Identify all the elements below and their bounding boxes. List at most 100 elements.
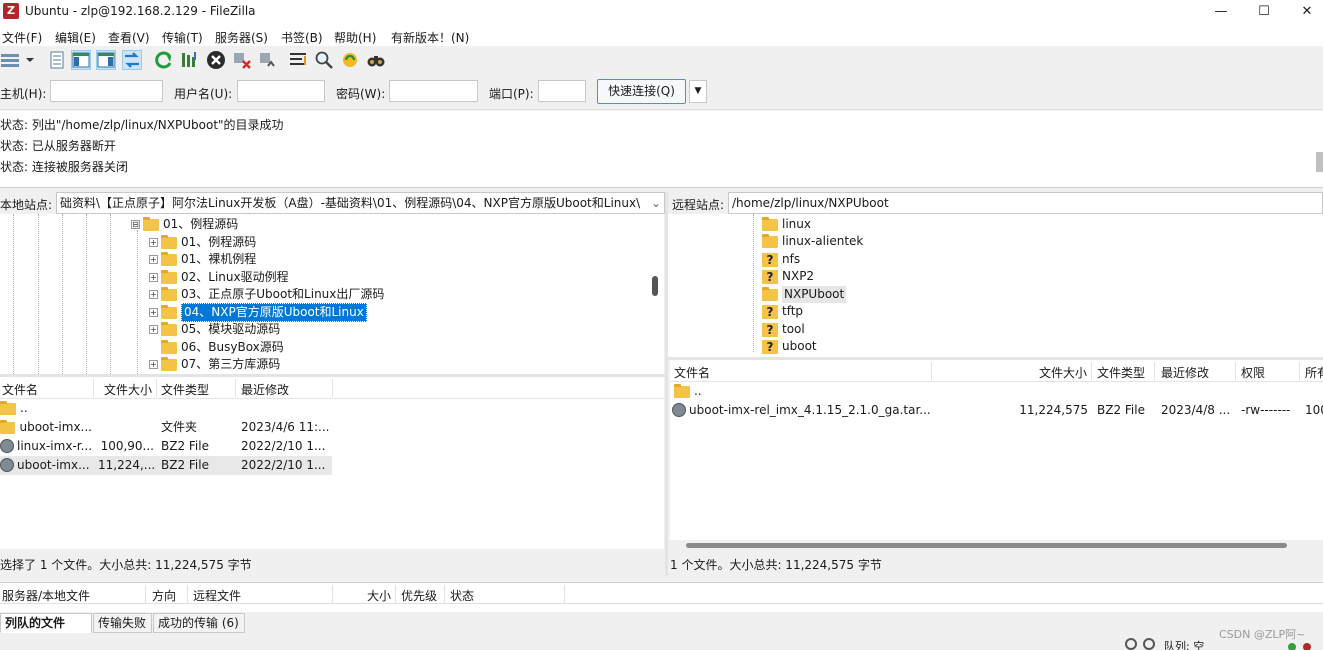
tree-item[interactable]: ⊟ 01、例程源码: [131, 216, 238, 233]
col-filename[interactable]: 文件名: [674, 364, 710, 381]
expand-icon[interactable]: +: [149, 325, 158, 334]
host-input[interactable]: [50, 80, 163, 102]
remote-splitter[interactable]: [668, 357, 1323, 360]
list-item[interactable]: uboot-imx-rel_imx_4.1.15_2.1.0_ga.tar...…: [670, 401, 1323, 420]
username-input[interactable]: [237, 80, 325, 102]
col-filetype[interactable]: 文件类型: [161, 381, 209, 398]
remote-tree-icon[interactable]: [96, 50, 116, 70]
pane-splitter[interactable]: [665, 192, 668, 576]
collapse-icon[interactable]: ⊟: [131, 220, 140, 229]
unknown-folder-icon: ?: [762, 304, 778, 319]
tree-item[interactable]: 06、BusyBox源码: [161, 339, 284, 356]
password-input[interactable]: [389, 80, 478, 102]
expand-icon[interactable]: +: [149, 238, 158, 247]
expand-icon[interactable]: +: [149, 290, 158, 299]
tree-item[interactable]: +03、正点原子Uboot和Linux出厂源码: [149, 286, 384, 303]
menu-new-version[interactable]: 有新版本！(N): [391, 29, 469, 46]
remote-path-input[interactable]: /home/zlp/linux/NXPUboot: [728, 192, 1323, 214]
col-modified[interactable]: 最近修改: [241, 381, 289, 398]
folder-icon: [161, 356, 177, 371]
quickconnect-history-dropdown[interactable]: ▼: [689, 80, 707, 103]
col-filename[interactable]: 文件名: [2, 381, 38, 398]
directory-filter-icon[interactable]: [288, 50, 308, 70]
log-line: 状态: 列出"/home/zlp/linux/NXPUboot"的目录成功: [0, 118, 284, 132]
search-icon[interactable]: [314, 50, 334, 70]
refresh-icon[interactable]: [154, 50, 174, 70]
tree-item-selected[interactable]: NXPUboot: [762, 286, 847, 303]
quickconnect-button[interactable]: 快速连接(Q): [597, 79, 686, 104]
minimize-button[interactable]: —: [1198, 0, 1244, 24]
tree-item[interactable]: ? tftp: [762, 303, 803, 320]
list-item-selected[interactable]: uboot-imx... 11,224,... BZ2 File 2022/2/…: [0, 456, 332, 475]
tree-item[interactable]: ? tool: [762, 321, 805, 338]
log-scrollbar[interactable]: [1316, 152, 1323, 172]
username-label: 用户名(U):: [174, 87, 233, 101]
watermark: CSDN @ZLP阿~: [1219, 628, 1306, 641]
local-tree-scrollbar[interactable]: [652, 276, 658, 296]
tab-queued-files[interactable]: 列队的文件: [0, 613, 92, 633]
tree-item-selected[interactable]: +04、NXP官方原版Uboot和Linux: [149, 303, 367, 322]
local-tree-icon[interactable]: [71, 50, 91, 70]
list-item[interactable]: ..: [0, 399, 332, 418]
tree-item[interactable]: +01、例程源码: [149, 234, 256, 251]
tree-item[interactable]: +07、第三方库源码: [149, 356, 280, 373]
menu-edit[interactable]: 编辑(E): [55, 29, 96, 46]
local-splitter[interactable]: [0, 374, 665, 377]
site-manager-icon[interactable]: [0, 50, 36, 70]
tree-item[interactable]: linux: [762, 216, 811, 233]
remote-file-list: .. uboot-imx-rel_imx_4.1.15_2.1.0_ga.tar…: [670, 382, 1323, 548]
tree-item[interactable]: ? uboot: [762, 338, 817, 355]
list-item[interactable]: ..: [670, 382, 1323, 401]
reconnect-icon[interactable]: [258, 50, 278, 70]
col-filetype[interactable]: 文件类型: [1097, 364, 1145, 381]
col-filesize[interactable]: 文件大小: [1039, 364, 1087, 381]
tree-item[interactable]: +02、Linux驱动例程: [149, 269, 289, 286]
expand-icon[interactable]: +: [149, 273, 158, 282]
port-input[interactable]: [538, 80, 586, 102]
list-item[interactable]: uboot-imx... 文件夹 2023/4/6 11:...: [0, 418, 332, 437]
col-server-localfile[interactable]: 服务器/本地文件: [2, 587, 90, 604]
menu-transfer[interactable]: 传输(T): [162, 29, 203, 46]
close-button[interactable]: ✕: [1284, 0, 1323, 24]
cancel-icon[interactable]: [206, 50, 226, 70]
message-log-icon[interactable]: [47, 50, 67, 70]
list-item[interactable]: linux-imx-r... 100,90... BZ2 File 2022/2…: [0, 437, 332, 456]
sync-browse-icon[interactable]: [340, 50, 360, 70]
local-directory-tree: ⊟ 01、例程源码 +01、例程源码 +01、裸机例程 +02、Linux驱动例程…: [0, 214, 664, 374]
folder-icon: [762, 233, 778, 248]
menu-file[interactable]: 文件(F): [2, 29, 42, 46]
tree-item[interactable]: ? nfs: [762, 251, 800, 268]
menu-help[interactable]: 帮助(H): [334, 29, 376, 46]
gear-icon: [1125, 638, 1137, 650]
expand-icon[interactable]: +: [149, 255, 158, 264]
col-modified[interactable]: 最近修改: [1161, 364, 1209, 381]
tree-item[interactable]: linux-alientek: [762, 233, 863, 250]
tab-successful-transfers[interactable]: 成功的传输 (6): [153, 613, 245, 633]
menu-bookmarks[interactable]: 书签(B): [281, 29, 323, 46]
find-files-icon[interactable]: [366, 50, 386, 70]
tree-item[interactable]: +05、模块驱动源码: [149, 321, 280, 338]
menu-view[interactable]: 查看(V): [108, 29, 150, 46]
maximize-button[interactable]: ☐: [1241, 0, 1287, 24]
col-size[interactable]: 大小: [367, 587, 391, 604]
col-direction[interactable]: 方向: [152, 587, 176, 604]
process-queue-icon[interactable]: [180, 50, 200, 70]
disconnect-icon[interactable]: [232, 50, 252, 70]
tree-item[interactable]: +01、裸机例程: [149, 251, 256, 268]
col-owner[interactable]: 所有: [1305, 364, 1323, 381]
menu-server[interactable]: 服务器(S): [215, 29, 268, 46]
queue-list: [0, 604, 1323, 612]
col-status[interactable]: 状态: [450, 587, 474, 604]
col-remote-file[interactable]: 远程文件: [193, 587, 241, 604]
transfer-queue-icon[interactable]: [122, 50, 142, 70]
remote-file-header: 文件名 ^ 文件大小 文件类型 最近修改 权限 所有: [670, 357, 1323, 382]
expand-icon[interactable]: +: [149, 360, 158, 369]
col-permissions[interactable]: 权限: [1241, 364, 1265, 381]
tree-item[interactable]: ? NXP2: [762, 268, 814, 285]
remote-horizontal-scrollbar[interactable]: [686, 543, 1287, 548]
expand-icon[interactable]: +: [149, 308, 158, 317]
col-filesize[interactable]: 文件大小: [104, 381, 152, 398]
tab-failed-transfers[interactable]: 传输失败: [93, 613, 152, 633]
col-priority[interactable]: 优先级: [401, 587, 437, 604]
local-path-combo[interactable]: 础资料\【正点原子】阿尔法Linux开发板（A盘）-基础资料\01、例程源码\0…: [56, 192, 665, 214]
